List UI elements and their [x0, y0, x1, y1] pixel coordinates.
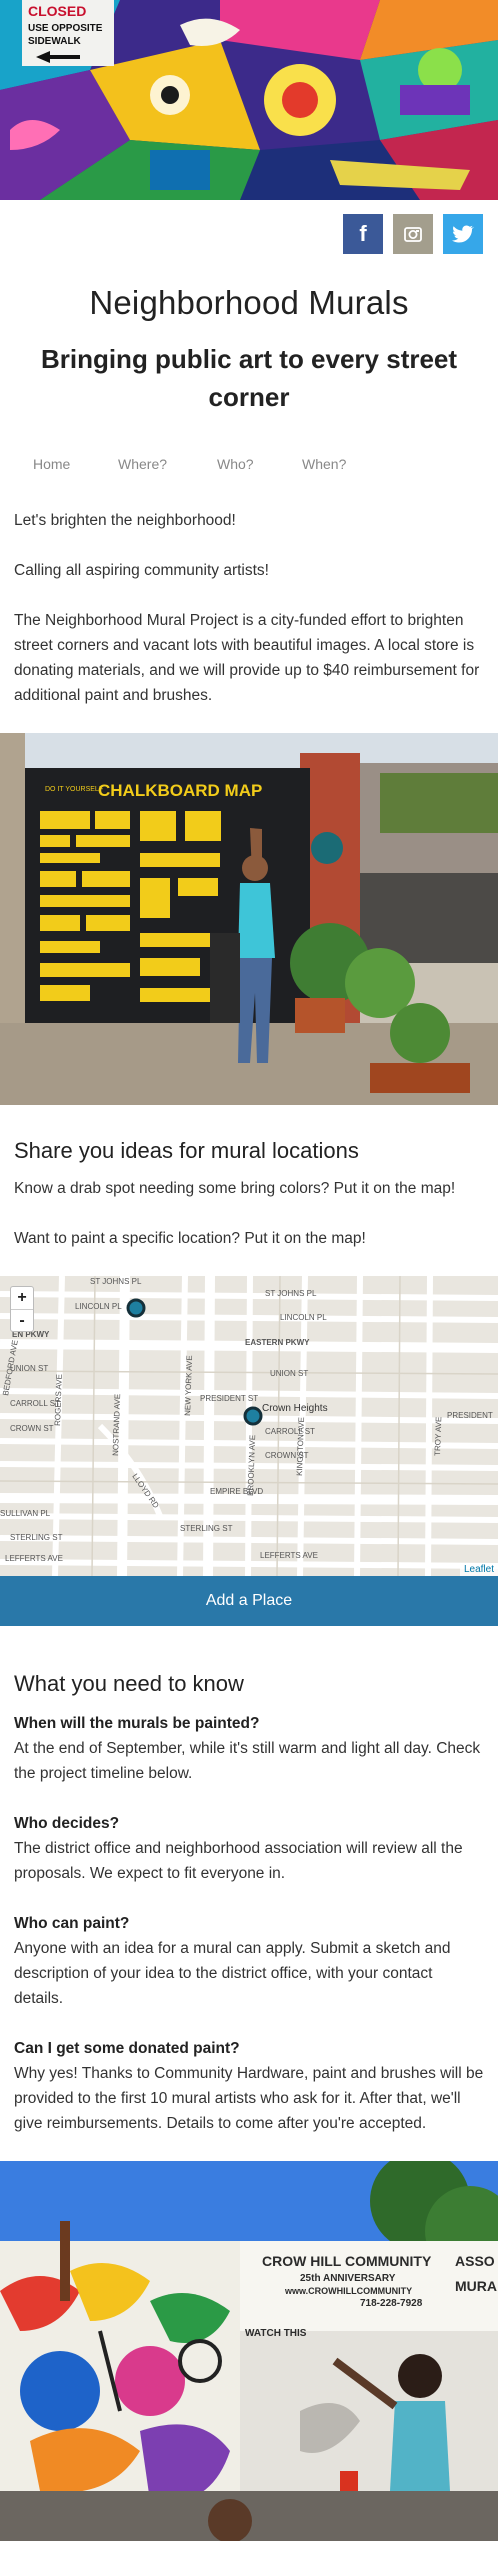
map-label-sullivan: SULLIVAN PL: [0, 1509, 51, 1518]
map-label-st-johns-2: ST JOHNS PL: [265, 1289, 317, 1298]
social-links: f: [0, 200, 498, 262]
sign-text-3: SIDEWALK: [28, 36, 82, 47]
bird-icon: [452, 225, 474, 243]
closed-sign: CLOSED USE OPPOSITE SIDEWALK: [22, 0, 114, 66]
map-label-carroll-2: CARROLL ST: [265, 1427, 315, 1436]
photo2-sign-line1: CROW HILL COMMUNITY: [262, 2253, 432, 2269]
nav-who[interactable]: Who?: [217, 456, 302, 480]
faq-answer: Why yes! Thanks to Community Hardware, p…: [14, 2065, 484, 2132]
facebook-button[interactable]: f: [343, 214, 383, 254]
photo-sign-big: CHALKBOARD MAP: [98, 781, 262, 800]
page: CLOSED USE OPPOSITE SIDEWALK f Neighborh…: [0, 0, 498, 2550]
map-label-rogers: ROGERS AVE: [53, 1374, 64, 1426]
faq-question: Can I get some donated paint?: [14, 2040, 240, 2057]
intro-paragraph-3: The Neighborhood Mural Project is a city…: [14, 612, 480, 704]
photo2-sign-watch: WATCH THIS: [245, 2328, 307, 2339]
site-title: Neighborhood Murals: [89, 284, 409, 321]
photo2-sign-line2: 25th ANNIVERSARY: [300, 2273, 396, 2284]
intro-section: Let's brighten the neighborhood! Calling…: [0, 508, 498, 708]
share-paragraph-2: Want to paint a specific location? Put i…: [14, 1230, 366, 1247]
share-paragraph-1: Know a drab spot needing some bring colo…: [14, 1180, 456, 1197]
intro-paragraph-1: Let's brighten the neighborhood!: [14, 512, 236, 529]
faq-section: What you need to know When will the mura…: [0, 1671, 498, 2136]
map-label-crown-heights: Crown Heights: [262, 1403, 328, 1414]
nav-where[interactable]: Where?: [118, 456, 217, 480]
main-nav: Home Where? Who? When?: [0, 456, 498, 480]
map-label-union-1: UNION ST: [10, 1364, 48, 1373]
map-label-president-1: PRESIDENT ST: [200, 1394, 258, 1403]
hero-banner-image: CLOSED USE OPPOSITE SIDEWALK: [0, 0, 498, 200]
map-label-president-2: PRESIDENT: [447, 1411, 493, 1420]
mural-painting-photo: CROW HILL COMMUNITY 25th ANNIVERSARY www…: [0, 2161, 498, 2541]
faq-answer: The district office and neighborhood ass…: [14, 1840, 463, 1882]
sign-text-2: USE OPPOSITE: [28, 23, 103, 34]
faq-question: Who decides?: [14, 1815, 120, 1832]
photo-sign-small: DO IT YOURSELF: [45, 786, 103, 793]
camera-icon: [404, 227, 422, 242]
nav-when[interactable]: When?: [302, 456, 346, 480]
map-marker-2[interactable]: [243, 1406, 263, 1426]
zoom-in-button[interactable]: +: [11, 1287, 33, 1309]
map-label-st-johns-1: ST JOHNS PL: [90, 1277, 142, 1286]
map-label-empire: EMPIRE BLVD: [210, 1487, 263, 1496]
map-attribution-link[interactable]: Leaflet: [459, 1563, 498, 1576]
sign-closed-text: CLOSED: [28, 3, 86, 19]
map-label-lefferts-2: LEFFERTS AVE: [260, 1551, 318, 1560]
chalkboard-map-photo: DO IT YOURSELF CHALKBOARD MAP: [0, 733, 498, 1105]
map-label-crown-1: CROWN ST: [10, 1424, 54, 1433]
map-label-sterling-2: STERLING ST: [180, 1524, 233, 1533]
map-marker-1[interactable]: [126, 1298, 146, 1318]
photo2-sign-line3: www.CROWHILLCOMMUNITY: [284, 2286, 412, 2296]
map-label-union-2: UNION ST: [270, 1369, 308, 1378]
photo2-sign-mura: MURA: [455, 2278, 497, 2294]
faq-question: Who can paint?: [14, 1915, 130, 1932]
map-label-sterling-1: STERLING ST: [10, 1533, 63, 1542]
intro-paragraph-2: Calling all aspiring community artists!: [14, 562, 269, 579]
share-section: Share you ideas for mural locations Know…: [0, 1138, 498, 1251]
photo2-sign-asso: ASSO: [455, 2253, 495, 2269]
map-label-lefferts-1: LEFFERTS AVE: [5, 1554, 63, 1563]
share-title: Share you ideas for mural locations: [14, 1138, 359, 1163]
locations-map[interactable]: ST JOHNS PL ST JOHNS PL LINCOLN PL LINCO…: [0, 1276, 498, 1576]
faq-list: When will the murals be painted? At the …: [0, 1711, 498, 2136]
zoom-out-button[interactable]: -: [11, 1309, 33, 1331]
map-label-troy: TROY AVE: [433, 1416, 443, 1456]
twitter-button[interactable]: [443, 214, 483, 254]
map-label-lincoln-1: LINCOLN PL: [75, 1302, 122, 1311]
nav-home[interactable]: Home: [33, 456, 118, 480]
map-label-lincoln-2: LINCOLN PL: [280, 1313, 327, 1322]
instagram-button[interactable]: [393, 214, 433, 254]
map-label-eastern-2: EASTERN PKWY: [245, 1338, 310, 1347]
photo2-sign-line4: 718-228-7928: [360, 2298, 423, 2309]
site-tagline: Bringing public art to every street corn…: [40, 344, 458, 412]
faq-answer: Anyone with an idea for a mural can appl…: [14, 1940, 451, 2007]
map-zoom-control: + -: [10, 1286, 34, 1332]
faq-answer: At the end of September, while it's stil…: [14, 1740, 481, 1782]
faq-question: When will the murals be painted?: [14, 1715, 260, 1732]
faq-title: What you need to know: [14, 1671, 244, 1696]
add-place-button[interactable]: Add a Place: [0, 1576, 498, 1626]
facebook-icon: f: [359, 221, 367, 246]
map-label-carroll-1: CARROLL ST: [10, 1399, 60, 1408]
